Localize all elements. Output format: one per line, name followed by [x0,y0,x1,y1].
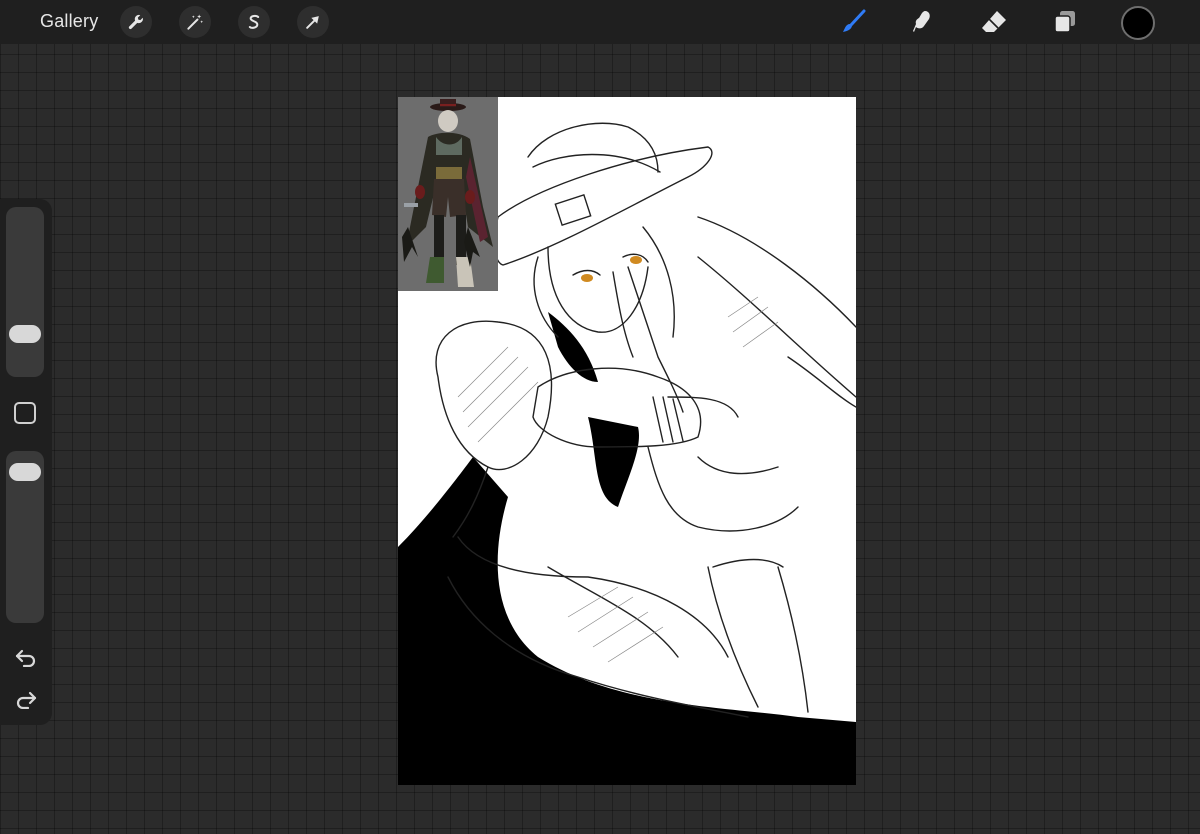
layers-icon [1054,11,1075,33]
reference-image[interactable] [398,97,498,291]
brush-size-slider-thumb[interactable] [9,325,41,344]
brush-size-slider[interactable] [6,207,44,377]
character-reference-artwork [398,97,498,291]
smudge-tool-button[interactable] [906,5,940,39]
brush-tool-button[interactable] [836,5,870,39]
redo-arrow-icon [16,691,37,709]
wrench-icon [128,14,143,30]
magic-wand-icon [187,14,204,30]
opacity-slider-thumb[interactable] [9,462,41,481]
redo-button[interactable] [12,687,40,711]
selection-button[interactable] [238,6,270,38]
arrow-transform-icon [306,16,319,29]
gallery-button[interactable]: Gallery [40,11,98,32]
adjustments-button[interactable] [179,6,211,38]
undo-arrow-icon [15,649,36,667]
layers-button[interactable] [1048,5,1082,39]
actions-button[interactable] [120,6,152,38]
selection-s-icon [248,14,260,29]
eraser-tool-button[interactable] [977,5,1011,39]
top-toolbar: Gallery [0,0,1200,44]
eraser-icon [982,11,1006,32]
transform-button[interactable] [297,6,329,38]
brush-icon [843,9,866,32]
undo-button[interactable] [12,645,40,669]
procreate-workspace: Gallery [0,0,1200,834]
modify-button[interactable] [14,402,36,424]
smudge-icon [913,11,930,32]
left-sidebar [0,199,52,725]
opacity-slider[interactable] [6,451,44,623]
color-picker-button[interactable] [1121,6,1155,40]
